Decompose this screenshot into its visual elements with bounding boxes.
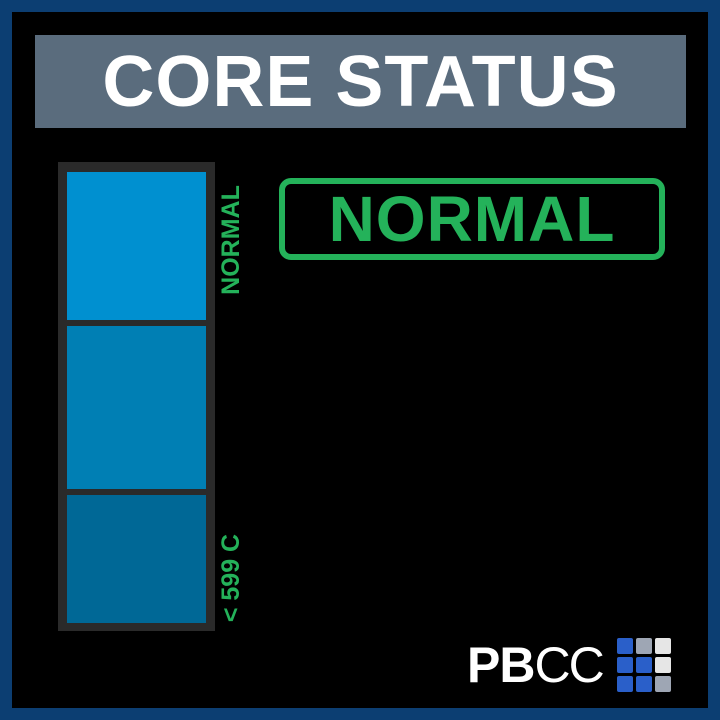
gauge-segment-middle xyxy=(67,326,206,489)
logo-text-bold: PB xyxy=(467,637,535,693)
gauge-segment-bottom xyxy=(67,495,206,623)
page-title: CORE STATUS xyxy=(102,41,619,122)
temperature-gauge xyxy=(58,162,215,631)
company-logo: PBCC xyxy=(467,637,671,693)
status-text: NORMAL xyxy=(328,183,616,255)
gauge-top-label: NORMAL xyxy=(217,185,245,295)
cube-grid-icon xyxy=(616,638,671,692)
panel-frame: CORE STATUS NORMAL < 599 C NORMAL PBCC xyxy=(0,0,720,720)
gauge-bottom-label: < 599 C xyxy=(217,533,245,623)
logo-text: PBCC xyxy=(467,637,605,693)
status-badge: NORMAL xyxy=(279,178,665,260)
title-bar: CORE STATUS xyxy=(35,35,686,128)
logo-text-light: CC xyxy=(534,637,604,693)
gauge-segment-top xyxy=(67,172,206,320)
